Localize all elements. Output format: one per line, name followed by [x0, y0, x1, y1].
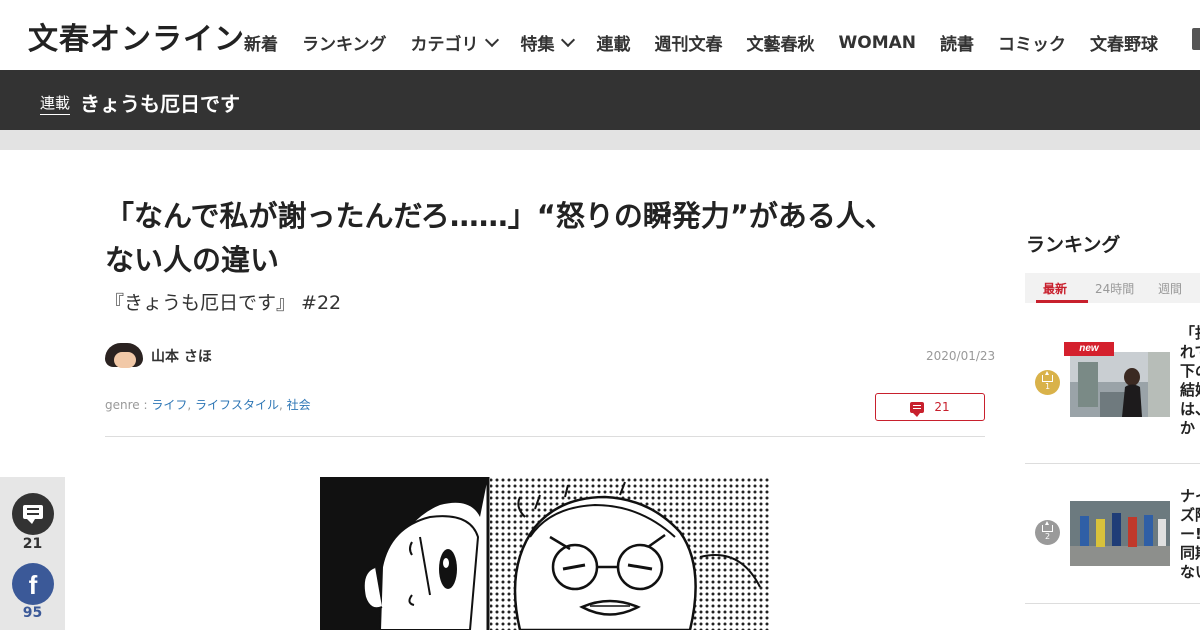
ranking-photo: [1070, 352, 1170, 417]
share-comment-count: 21: [22, 536, 43, 552]
active-tab-indicator: [1036, 300, 1088, 303]
genre-link-lifestyle[interactable]: ライフスタイル: [195, 398, 279, 412]
author-name[interactable]: 山本 さほ: [151, 346, 212, 366]
nav-item-comics[interactable]: コミック: [998, 30, 1066, 55]
crown-icon: [1042, 521, 1053, 532]
new-badge: new: [1064, 342, 1114, 356]
article-title-line: ない人の違い: [105, 243, 280, 277]
nav-item-series[interactable]: 連載: [597, 30, 631, 55]
ranking-photo: [1070, 501, 1170, 566]
rank-badge-1: 1: [1035, 370, 1060, 395]
tab-latest[interactable]: 最新: [1043, 280, 1067, 297]
ranking-thumbnail-1[interactable]: [1070, 352, 1170, 417]
nav-item-woman[interactable]: WOMAN: [839, 30, 917, 55]
ranking-title: ランキング: [1026, 234, 1121, 256]
manga-illustration: [320, 477, 770, 630]
series-name[interactable]: きょうも厄日です: [80, 88, 240, 117]
series-bar: 連載 きょうも厄日です: [0, 70, 1200, 130]
facebook-share-count: 95: [22, 605, 43, 621]
comment-button[interactable]: 21: [875, 393, 985, 421]
ranking-item-title-2[interactable]: ナイ ズ降 ー! 同期 ない: [1180, 487, 1200, 587]
manga-panel-image: [320, 477, 770, 630]
genre-list: genre : ライフ, ライフスタイル, 社会: [105, 398, 311, 412]
nav-item-weekly-bunshun[interactable]: 週刊文春: [655, 30, 723, 55]
nav-item-new[interactable]: 新着: [244, 30, 278, 55]
share-rail: 21 f 95: [0, 477, 65, 630]
nav-item-category[interactable]: カテゴリ: [411, 30, 499, 55]
nav-item-bungeishunju[interactable]: 文藝春秋: [747, 30, 815, 55]
ranking-item-title-1[interactable]: 「択 れて 下の 結婚 は、 か: [1180, 324, 1200, 448]
ranking-tabs: 最新 24時間 週間: [1025, 273, 1200, 303]
genre-link-society[interactable]: 社会: [287, 398, 311, 412]
avatar: [105, 343, 143, 369]
rank-badge-2: 2: [1035, 520, 1060, 545]
nav-item-bunshun-baseball[interactable]: 文春野球: [1090, 30, 1158, 55]
header-divider-strip: [0, 130, 1200, 150]
ranking-thumbnail-2[interactable]: [1070, 501, 1170, 566]
site-logo[interactable]: 文春オンライン: [28, 14, 245, 58]
tab-24h[interactable]: 24時間: [1095, 280, 1134, 297]
crown-icon: [1042, 371, 1053, 382]
series-tag-link[interactable]: 連載: [40, 92, 71, 115]
tab-weekly[interactable]: 週間: [1158, 280, 1182, 297]
ranking-divider: [1025, 603, 1200, 604]
header-edge-icon[interactable]: [1192, 28, 1200, 50]
facebook-share-button[interactable]: f: [12, 563, 54, 605]
site-header: 文春オンライン 新着 ランキング カテゴリ 特集 連載 週刊文春 文藝春秋 WO…: [0, 0, 1200, 70]
comment-count: 21: [934, 400, 950, 414]
ranking-divider: [1025, 463, 1200, 464]
article-title: 「なんで私が謝ったんだろ……」“怒りの瞬発力”がある人、 ない人の違い: [105, 194, 985, 282]
chevron-down-icon: [484, 32, 499, 48]
nav-item-feature[interactable]: 特集: [521, 30, 575, 55]
nav-item-books[interactable]: 読書: [940, 30, 974, 55]
comments-share-button[interactable]: [12, 493, 54, 535]
nav-item-ranking[interactable]: ランキング: [302, 30, 387, 55]
comment-icon: [910, 401, 925, 417]
publish-date: 2020/01/23: [926, 349, 996, 363]
genre-link-life[interactable]: ライフ: [151, 398, 187, 412]
article-subtitle: 『きょうも厄日です』 #22: [105, 292, 342, 314]
main-nav: 新着 ランキング カテゴリ 特集 連載 週刊文春 文藝春秋 WOMAN 読書 コ…: [244, 30, 1182, 56]
genre-label: genre :: [105, 398, 152, 412]
divider: [105, 436, 985, 437]
chevron-down-icon: [560, 32, 575, 48]
author[interactable]: 山本 さほ: [105, 343, 212, 369]
article-title-line: 「なんで私が謝ったんだろ……」“怒りの瞬発力”がある人、: [105, 199, 894, 233]
comment-bubble-icon: [23, 505, 43, 524]
